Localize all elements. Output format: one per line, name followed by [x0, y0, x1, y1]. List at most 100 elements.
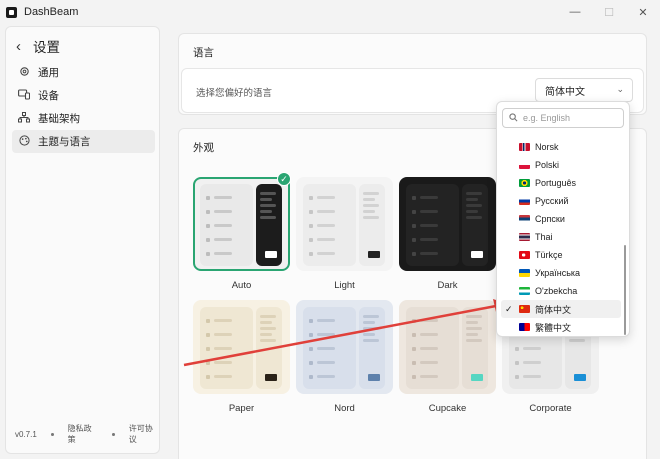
preview-line [420, 224, 438, 227]
accent-swatch [471, 374, 483, 381]
language-search-input[interactable] [523, 113, 618, 123]
preview-line [214, 224, 232, 227]
section-title: 外观 [193, 142, 214, 154]
preview-bullet [206, 196, 210, 200]
theme-option-cupcake[interactable]: Cupcake [399, 300, 496, 414]
language-dropdown[interactable]: Norsk Polski Português Русский Српски Thai Tür… [496, 101, 630, 337]
language-option-label: Português [535, 178, 577, 188]
preview-line [569, 339, 585, 342]
preview-line [466, 333, 478, 336]
preview-line [317, 252, 335, 255]
preview-line [363, 321, 375, 324]
language-option-label: O'zbekcha [535, 286, 578, 296]
preview-line [317, 361, 335, 364]
preview-panel [256, 307, 282, 389]
theme-option-light[interactable]: Light [296, 177, 393, 291]
infrastructure-icon [17, 111, 31, 126]
preview-sidebar [200, 184, 253, 266]
language-option-poland[interactable]: Polski [501, 156, 621, 174]
language-select[interactable]: 简体中文 ⌄ [535, 78, 633, 102]
sidebar-nav: 通用 设备 基础架构 主题与语言 [12, 61, 155, 153]
check-icon: ✓ [505, 303, 513, 314]
preview-line [420, 319, 438, 322]
ukraine-flag-icon [519, 269, 530, 277]
preview-line [363, 192, 379, 195]
preview-sidebar [406, 184, 459, 266]
preview-bullet [206, 319, 210, 323]
preview-bullet [515, 375, 519, 379]
language-option-norway[interactable]: Norsk [501, 138, 621, 156]
preview-bullet [309, 319, 313, 323]
preview-bullet [412, 224, 416, 228]
thailand-flag-icon [519, 233, 530, 241]
taiwan-flag-icon [519, 323, 530, 331]
language-option-label: Русский [535, 196, 569, 206]
chevron-left-icon: ‹ [16, 37, 21, 55]
preview-line [363, 210, 375, 213]
search-icon [509, 112, 518, 124]
theme-name: Paper [228, 403, 255, 414]
poland-flag-icon [519, 161, 530, 169]
accent-swatch [265, 374, 277, 381]
preview-line [214, 319, 232, 322]
theme-name: Light [334, 280, 355, 291]
close-button[interactable]: ✕ [626, 0, 660, 24]
sidebar-item-devices[interactable]: 设备 [12, 84, 155, 107]
language-option-serbia[interactable]: Српски [501, 210, 621, 228]
preview-bullet [412, 210, 416, 214]
language-option-uzbekistan[interactable]: O'zbekcha [501, 282, 621, 300]
sidebar-item-general[interactable]: 通用 [12, 61, 155, 84]
preview-bullet [206, 347, 210, 351]
preview-line [420, 333, 438, 336]
version-label: v0.7.1 [15, 429, 37, 439]
theme-option-dark[interactable]: Dark [399, 177, 496, 291]
preview-line [523, 361, 541, 364]
brazil-flag-icon [519, 179, 530, 187]
language-option-thailand[interactable]: Thai [501, 228, 621, 246]
language-select-value: 简体中文 [545, 86, 585, 98]
minimize-button[interactable]: — [558, 0, 592, 24]
privacy-link[interactable]: 隐私政策 [68, 423, 98, 445]
preview-panel [462, 307, 488, 389]
language-option-ukraine[interactable]: Українська [501, 264, 621, 282]
preview-line [363, 315, 379, 318]
theme-option-paper[interactable]: Paper [193, 300, 290, 414]
preview-bullet [206, 333, 210, 337]
back-button[interactable]: ‹ 设置 [16, 33, 60, 59]
preview-bullet [412, 196, 416, 200]
app-logo-icon [6, 6, 17, 18]
license-link[interactable]: 许可协议 [129, 423, 159, 445]
language-option-brazil[interactable]: Português [501, 174, 621, 192]
turkey-flag-icon [519, 251, 530, 259]
language-option-label: Српски [535, 214, 565, 224]
language-options: Norsk Polski Português Русский Српски Thai Tür… [501, 138, 621, 336]
theme-name: Cupcake [428, 403, 467, 414]
preview-bullet [309, 238, 313, 242]
russia-flag-icon [519, 197, 530, 205]
accent-swatch [368, 251, 380, 258]
preview-line [317, 196, 335, 199]
language-option-taiwan[interactable]: 繁體中文 [501, 318, 621, 336]
sidebar-item-label: 主题与语言 [38, 136, 91, 148]
theme-option-nord[interactable]: Nord [296, 300, 393, 414]
preview-bullet [206, 224, 210, 228]
preview-sidebar [406, 307, 459, 389]
preview-line [214, 210, 232, 213]
preview-bullet [206, 361, 210, 365]
preview-bullet [412, 319, 416, 323]
preview-line [260, 327, 276, 330]
dropdown-scrollbar[interactable] [624, 245, 626, 335]
sidebar-item-theme-language[interactable]: 主题与语言 [12, 130, 155, 153]
language-option-russia[interactable]: Русский [501, 192, 621, 210]
language-search[interactable] [502, 108, 624, 128]
theme-option-auto[interactable]: ✓ Auto [193, 172, 291, 291]
theme-preview [399, 300, 496, 394]
chevron-down-icon: ⌄ [616, 84, 624, 94]
preview-sidebar [303, 184, 356, 266]
maximize-button[interactable]: ☐ [592, 0, 626, 24]
theme-name: Corporate [529, 403, 572, 414]
language-option-turkey[interactable]: Türkçe [501, 246, 621, 264]
language-option-china[interactable]: ✓ 简体中文 [501, 300, 621, 318]
sidebar-item-infrastructure[interactable]: 基础架构 [12, 107, 155, 130]
palette-icon [17, 134, 31, 149]
